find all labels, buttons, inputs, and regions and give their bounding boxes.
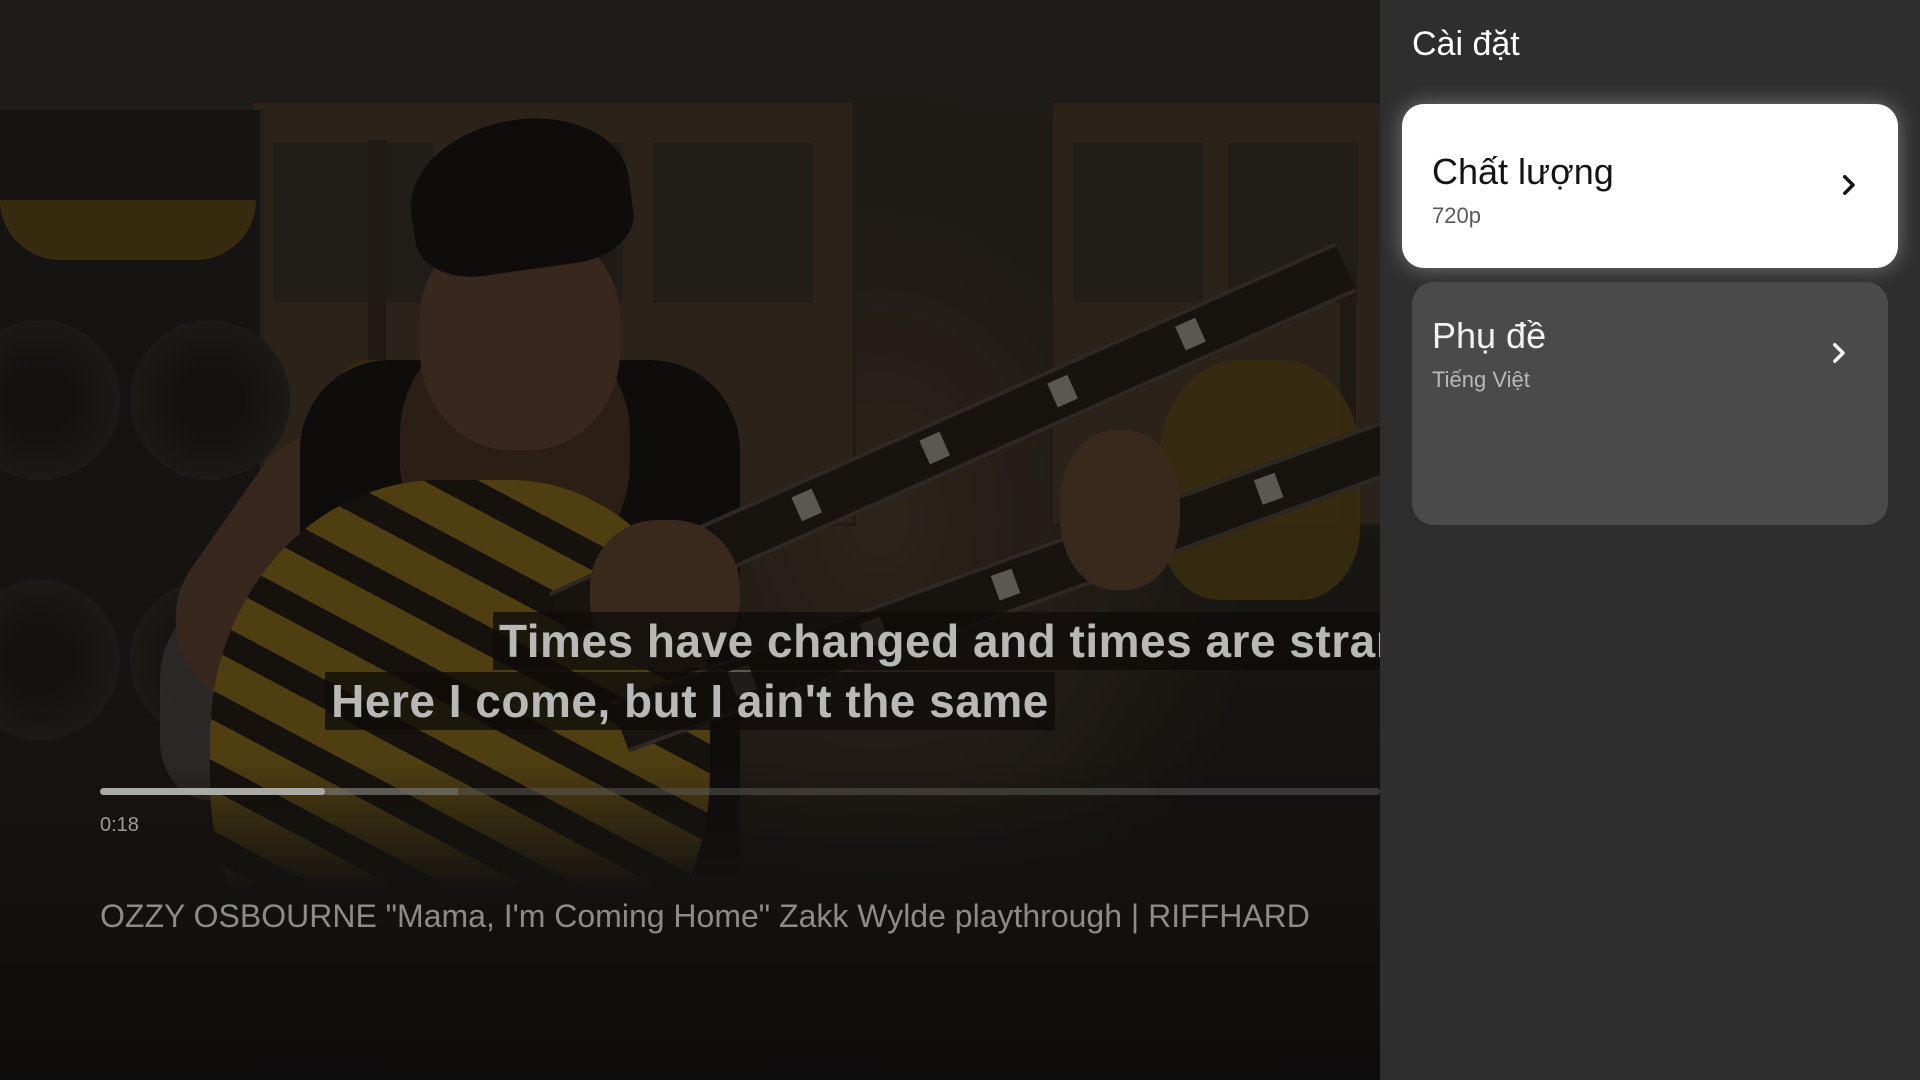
- settings-title: Cài đặt: [1412, 25, 1520, 63]
- chevron-right-icon: [1833, 343, 1845, 363]
- video-title: OZZY OSBOURNE "Mama, I'm Coming Home" Za…: [100, 898, 1310, 934]
- settings-item-value: 720p: [1432, 203, 1481, 228]
- tv-player-screen: Times have changed and times are strang …: [0, 0, 1920, 1080]
- playback-progress-bar[interactable]: [100, 788, 1380, 795]
- settings-item-value: Tiếng Việt: [1432, 367, 1530, 392]
- settings-panel: Cài đặt Chất lượng 720p Phụ đề Tiếng Việ…: [1380, 0, 1920, 1080]
- chevron-right-icon: [1843, 175, 1855, 195]
- settings-item-label: Chất lượng: [1432, 151, 1614, 192]
- played-bar: [100, 788, 326, 795]
- settings-item-subtitles[interactable]: Phụ đề Tiếng Việt: [1412, 282, 1888, 525]
- current-time: 0:18: [100, 814, 139, 836]
- settings-item-label: Phụ đề: [1432, 315, 1547, 356]
- settings-item-quality[interactable]: Chất lượng 720p: [1402, 104, 1898, 268]
